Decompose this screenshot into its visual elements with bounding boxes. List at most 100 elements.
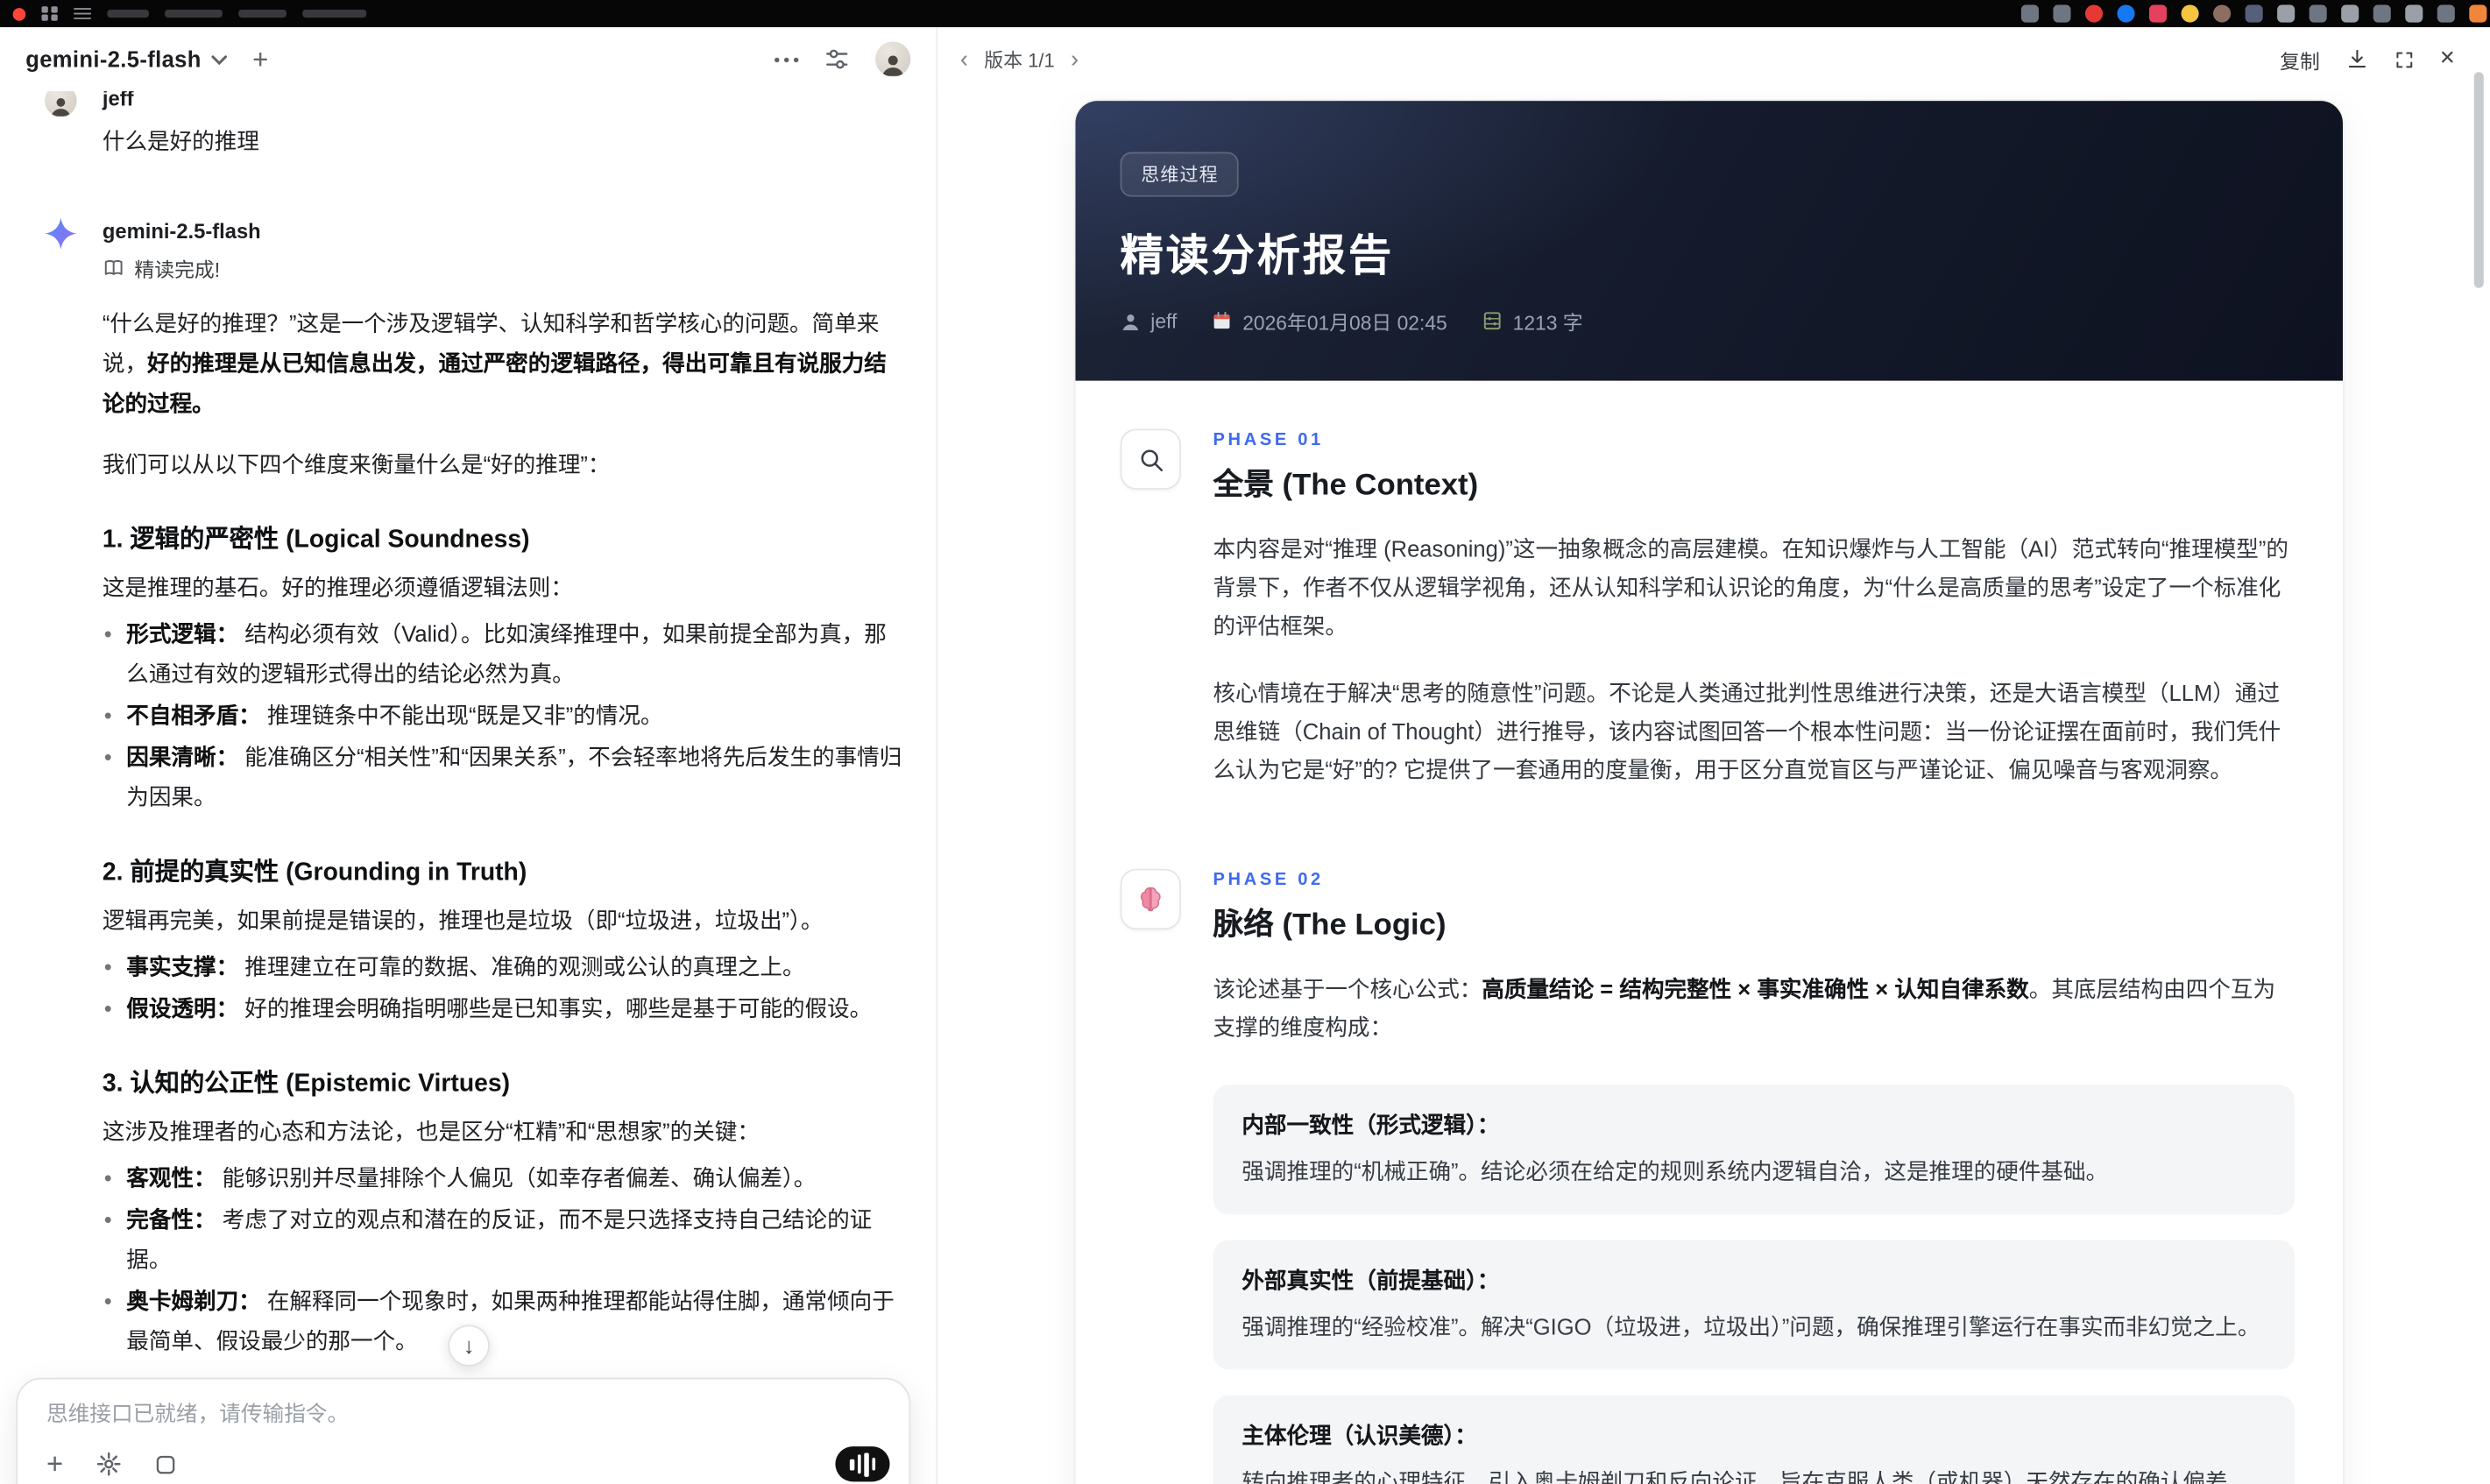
magnifier-icon bbox=[1140, 449, 1163, 471]
assistant-message: gemini-2.5-flash 精读完成! “什么是好的推理？”这是一个涉及逻… bbox=[45, 217, 907, 1484]
phase-section: PHASE 01 全景 (The Context) 本内容是对“推理 (Reas… bbox=[1120, 428, 2295, 818]
fullscreen-button[interactable] bbox=[2394, 49, 2415, 70]
next-version-button[interactable]: › bbox=[1067, 47, 1081, 71]
chat-message-list: jeff 什么是好的推理 gemini-2.5-flash 精读完成! “什么是… bbox=[0, 84, 937, 1484]
section-heading: 3. 认知的公正性 (Epistemic Virtues) bbox=[102, 1070, 511, 1098]
section-desc: 这涉及推理者的心态和方法论，也是区分“杠精”和“思想家”的关键： bbox=[102, 1118, 760, 1144]
tools-icon bbox=[95, 1452, 120, 1476]
report-body: PHASE 01 全景 (The Context) 本内容是对“推理 (Reas… bbox=[1075, 381, 2343, 1484]
tools-button[interactable] bbox=[95, 1452, 121, 1477]
new-chat-button[interactable]: + bbox=[252, 46, 268, 73]
canvas-button[interactable] bbox=[152, 1452, 176, 1476]
version-navigator: ‹ 版本 1/1 › bbox=[957, 46, 1082, 73]
menubar-app-icon[interactable] bbox=[2117, 4, 2135, 23]
scrollbar-thumb[interactable] bbox=[2473, 72, 2484, 288]
paragraph: 我们可以从以下四个维度来衡量什么是“好的推理”： bbox=[102, 451, 611, 477]
dimension-card: 主体伦理（认识美德）： 转向推理者的心理特征。引入奥卡姆剃刀和反向论证，旨在克服… bbox=[1213, 1395, 2295, 1484]
record-icon[interactable] bbox=[12, 7, 26, 20]
close-button[interactable]: × bbox=[2440, 46, 2455, 72]
viewer-toolbar: ‹ 版本 1/1 › 复制 × bbox=[937, 27, 2490, 92]
model-name: gemini-2.5-flash bbox=[25, 46, 202, 73]
voice-input-button[interactable] bbox=[835, 1446, 890, 1482]
menubar-menu-item[interactable] bbox=[165, 9, 223, 18]
paragraph: 核心情境在于解决“思考的随意性”问题。不论是人类通过批判性思维进行决策，还是大语… bbox=[1213, 680, 2281, 783]
read-status: 精读完成! bbox=[103, 253, 908, 284]
menubar-app-icon[interactable] bbox=[2437, 4, 2455, 23]
system-menubar bbox=[0, 0, 2490, 28]
viewer-actions: 复制 × bbox=[2280, 44, 2467, 74]
menubar-menu-item[interactable] bbox=[302, 9, 367, 18]
menubar-app-icon[interactable] bbox=[2341, 4, 2359, 23]
menubar-app-icon[interactable] bbox=[2148, 4, 2168, 23]
chat-panel: gemini-2.5-flash + jeff 什么是好的推理 gemini-2… bbox=[0, 27, 938, 1484]
artifact-viewer: ‹ 版本 1/1 › 复制 × 思维过程 精读分析报告 jeff 2026年01… bbox=[937, 27, 2490, 1484]
person-silhouette-icon bbox=[881, 55, 904, 76]
menubar-app-icon[interactable] bbox=[2181, 4, 2199, 23]
card-title: 主体伦理（认识美德）： bbox=[1241, 1422, 1477, 1448]
phase-icon-box bbox=[1120, 868, 1181, 930]
list-item: 形式逻辑： 结构必须有效（Valid）。比如演绎推理中，如果前提全部为真，那么通… bbox=[103, 614, 908, 694]
report-title: 精读分析报告 bbox=[1120, 231, 1394, 280]
menubar-app-icon[interactable] bbox=[2245, 4, 2263, 23]
report-meta: jeff 2026年01月08日 02:45 1213 字 bbox=[1121, 306, 2298, 336]
list-item: 假设透明： 好的推理会明确指明哪些是已知事实，哪些是基于可能的假设。 bbox=[103, 989, 908, 1029]
list-item: 完备性： 考虑了对立的观点和潜在的反证，而不是只选择支持自己结论的证据。 bbox=[103, 1200, 908, 1280]
sliders-icon[interactable] bbox=[824, 46, 850, 72]
canvas-icon bbox=[155, 1454, 174, 1473]
menubar-app-icon[interactable] bbox=[2405, 4, 2423, 23]
card-title: 外部真实性（前提基础）： bbox=[1241, 1267, 1500, 1293]
phase-section: PHASE 02 脉络 (The Logic) 该论述基于一个核心公式：高质量结… bbox=[1120, 868, 2295, 1484]
bullet-list: 形式逻辑： 结构必须有效（Valid）。比如演绎推理中，如果前提全部为真，那么通… bbox=[103, 614, 908, 817]
paragraph: 本内容是对“推理 (Reasoning)”这一抽象概念的高层建模。在知识爆炸与人… bbox=[1213, 535, 2288, 639]
menubar-status-icons bbox=[2020, 4, 2487, 23]
menubar-menu-item[interactable] bbox=[238, 9, 286, 18]
download-icon bbox=[2348, 49, 2366, 68]
avatar[interactable] bbox=[875, 41, 911, 77]
message-text: 什么是好的推理 bbox=[102, 128, 259, 154]
document-scroll-area[interactable]: 思维过程 精读分析报告 jeff 2026年01月08日 02:45 1213 … bbox=[937, 91, 2490, 1484]
menubar-app-icon[interactable] bbox=[2084, 4, 2104, 23]
phase-icon-box bbox=[1120, 428, 1181, 490]
attach-button[interactable]: + bbox=[46, 1450, 63, 1479]
scroll-to-bottom-button[interactable]: ↓ bbox=[448, 1325, 490, 1367]
card-text: 强调推理的“经验校准”。解决“GIGO（垃圾进，垃圾出）”问题，确保推理引擎运行… bbox=[1241, 1313, 2260, 1339]
paragraph: 该论述基于一个核心公式：高质量结论 = 结构完整性 × 事实准确性 × 认知自律… bbox=[1213, 976, 2276, 1041]
phase-kicker: PHASE 01 bbox=[1213, 430, 1324, 450]
user-message: jeff 什么是好的推理 bbox=[45, 84, 907, 160]
list-item: 事实支撑： 推理建立在可靠的数据、准确的观测或公认的真理之上。 bbox=[103, 947, 908, 987]
menubar-app-icon[interactable] bbox=[2469, 4, 2487, 23]
more-options-icon[interactable] bbox=[775, 56, 799, 62]
chat-input[interactable] bbox=[43, 1400, 884, 1428]
section-desc: 这是推理的基石。好的推理必须遵循逻辑法则： bbox=[102, 574, 573, 600]
section-desc: 逻辑再完美，如果前提是错误的，推理也是垃圾（即“垃圾进，垃圾出”）。 bbox=[102, 907, 824, 933]
paragraph: “什么是好的推理？”这是一个涉及逻辑学、认知科学和哲学核心的问题。简单来说，好的… bbox=[102, 310, 887, 416]
list-icon[interactable] bbox=[74, 7, 92, 20]
menubar-app-icon[interactable] bbox=[2277, 4, 2295, 23]
chat-header: gemini-2.5-flash + bbox=[0, 27, 937, 92]
download-button[interactable] bbox=[2345, 48, 2368, 71]
waveform-icon bbox=[849, 1458, 854, 1470]
brain-icon bbox=[1140, 887, 1161, 912]
version-label: 版本 1/1 bbox=[984, 48, 1055, 72]
expand-icon bbox=[2395, 51, 2412, 67]
person-icon bbox=[1122, 314, 1139, 330]
list-item: 奥卡姆剃刀： 在解释同一个现象时，如果两种推理都能站得住脚，通常倾向于最简单、假… bbox=[103, 1282, 908, 1361]
arrow-down-icon: ↓ bbox=[463, 1332, 475, 1359]
menubar-app-icon[interactable] bbox=[2053, 4, 2071, 23]
menubar-menu-item[interactable] bbox=[107, 9, 149, 18]
menubar-app-icon[interactable] bbox=[2020, 4, 2039, 23]
card-title: 内部一致性（形式逻辑）： bbox=[1241, 1112, 1500, 1138]
copy-button[interactable]: 复制 bbox=[2280, 44, 2320, 74]
grid-icon[interactable] bbox=[41, 5, 57, 22]
menubar-app-icon[interactable] bbox=[2373, 4, 2391, 23]
menubar-app-icon[interactable] bbox=[2309, 4, 2327, 23]
report-hero: 思维过程 精读分析报告 jeff 2026年01月08日 02:45 1213 … bbox=[1075, 101, 2343, 381]
menubar-app-icon[interactable] bbox=[2213, 4, 2232, 23]
report-card: 思维过程 精读分析报告 jeff 2026年01月08日 02:45 1213 … bbox=[1075, 101, 2343, 1484]
model-switcher[interactable]: gemini-2.5-flash bbox=[25, 46, 227, 72]
book-icon bbox=[104, 259, 123, 275]
previous-version-button[interactable]: ‹ bbox=[957, 47, 971, 71]
dimension-cards: 内部一致性（形式逻辑）： 强调推理的“机械正确”。结论必须在给定的规则系统内逻辑… bbox=[1213, 1085, 2295, 1484]
dimension-card: 内部一致性（形式逻辑）： 强调推理的“机械正确”。结论必须在给定的规则系统内逻辑… bbox=[1213, 1085, 2295, 1215]
list-item: 因果清晰： 能准确区分“相关性”和“因果关系”，不会轻率地将先后发生的事情归为因… bbox=[103, 738, 908, 817]
